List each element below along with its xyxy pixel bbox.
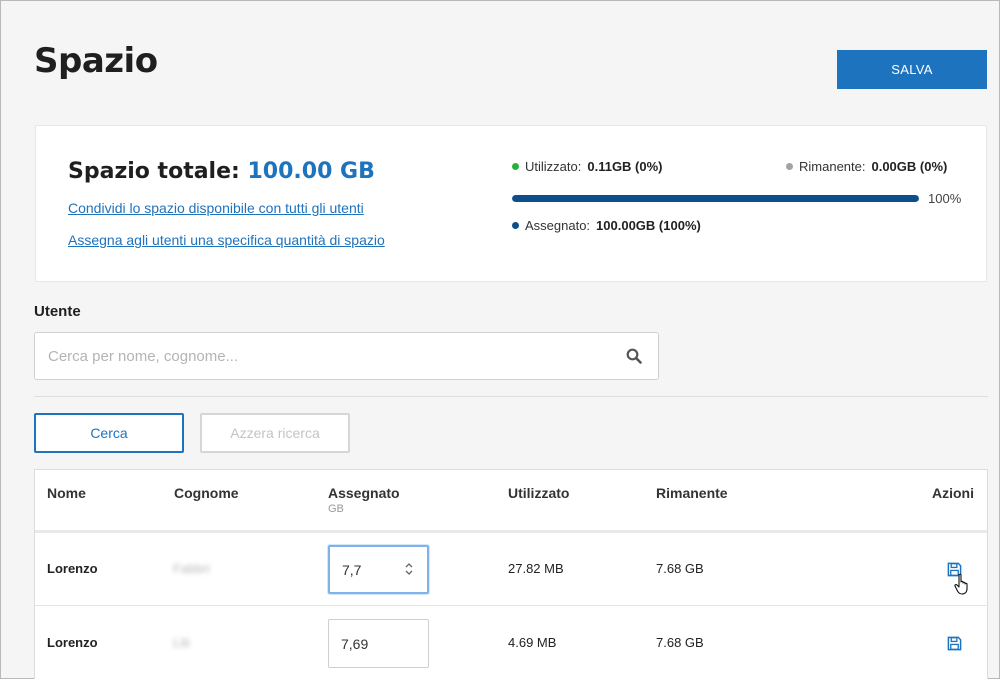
remaining-value: 0.00GB (0%)	[871, 159, 948, 174]
used-stat: Utilizzato: 0.11GB (0%)	[512, 159, 663, 174]
column-header-name: Nome	[47, 485, 86, 501]
search-button[interactable]: Cerca	[34, 413, 184, 453]
cell-surname: Liti	[173, 635, 190, 650]
column-header-assigned: Assegnato	[328, 485, 400, 501]
total-space-label: Spazio totale:	[68, 159, 240, 184]
column-header-surname: Cognome	[174, 485, 239, 501]
user-filter-label: Utente	[34, 303, 81, 320]
cell-remaining: 7.68 GB	[656, 635, 704, 650]
storage-progress-bar	[512, 195, 919, 202]
search-input[interactable]	[36, 334, 606, 378]
spinner-arrows-icon[interactable]	[405, 561, 413, 577]
cell-surname: Fabbri	[173, 561, 210, 576]
column-header-used: Utilizzato	[508, 485, 570, 501]
column-header-remaining: Rimanente	[656, 485, 728, 501]
remaining-stat: Rimanente: 0.00GB (0%)	[786, 159, 947, 174]
assigned-stat: Assegnato: 100.00GB (100%)	[512, 218, 701, 233]
assigned-value: 100.00GB (100%)	[596, 218, 701, 233]
table-row: Lorenzo Liti 4.69 MB 7.68 GB	[35, 607, 987, 679]
assigned-label: Assegnato:	[525, 218, 591, 233]
cell-name: Lorenzo	[47, 635, 98, 650]
share-space-link[interactable]: Condividi lo spazio disponibile con tutt…	[68, 200, 364, 216]
table-row: Lorenzo Fabbri 27.82 MB 7.68 GB	[35, 533, 987, 606]
assign-space-link[interactable]: Assegna agli utenti una specifica quanti…	[68, 232, 385, 248]
storage-summary-card: Spazio totale: 100.00 GB Condividi lo sp…	[35, 125, 987, 282]
used-value: 0.11GB (0%)	[587, 159, 663, 174]
filter-divider	[34, 396, 988, 397]
cell-used: 4.69 MB	[508, 635, 557, 650]
users-table: Nome Cognome Assegnato GB Utilizzato Rim…	[34, 469, 988, 679]
cell-used: 27.82 MB	[508, 561, 564, 576]
search-box	[34, 332, 659, 380]
column-header-actions: Azioni	[932, 485, 974, 501]
save-button[interactable]: SALVA	[837, 50, 987, 89]
total-space-heading: Spazio totale: 100.00 GB	[68, 159, 375, 184]
used-dot-icon	[512, 163, 519, 170]
total-space-value: 100.00 GB	[247, 159, 375, 184]
save-icon[interactable]	[947, 636, 962, 651]
hand-cursor-icon	[954, 573, 968, 595]
assigned-gb-input[interactable]	[328, 619, 429, 668]
assigned-gb-input[interactable]	[328, 545, 429, 594]
storage-progress-fill	[512, 195, 919, 202]
used-label: Utilizzato:	[525, 159, 582, 174]
column-header-assigned-unit: GB	[328, 503, 344, 515]
assigned-dot-icon	[512, 222, 519, 229]
search-icon[interactable]	[626, 348, 642, 364]
page-title: Spazio	[34, 41, 158, 81]
remaining-dot-icon	[786, 163, 793, 170]
cell-remaining: 7.68 GB	[656, 561, 704, 576]
reset-search-button[interactable]: Azzera ricerca	[200, 413, 350, 453]
remaining-label: Rimanente:	[799, 159, 866, 174]
cell-name: Lorenzo	[47, 561, 98, 576]
progress-percent-label: 100%	[928, 191, 962, 206]
